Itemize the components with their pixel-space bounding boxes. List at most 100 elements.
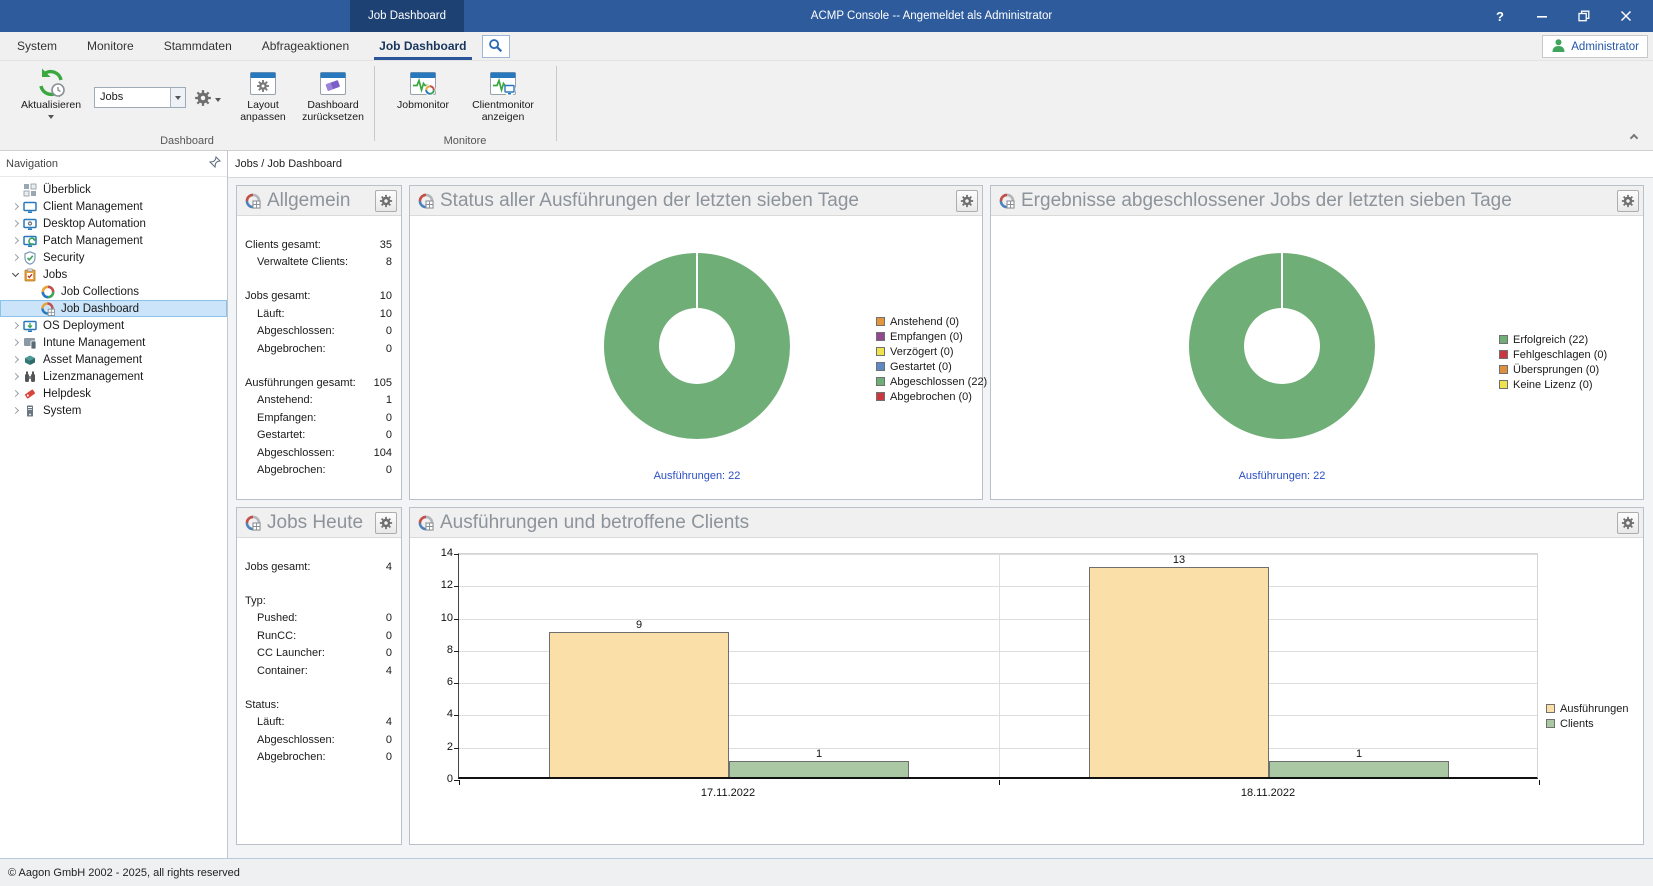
menu-items: SystemMonitoreStammdatenAbfrageaktionenJ… [2, 32, 482, 60]
x-axis-label: 17.11.2022 [458, 787, 998, 799]
y-axis-label: 6 [413, 676, 453, 688]
client-management-icon [22, 199, 38, 214]
license-management-icon [22, 369, 38, 384]
nav-item-security[interactable]: Security [0, 249, 227, 266]
dashboard-settings-dropdown[interactable] [194, 89, 221, 110]
menu-abfrageaktionen[interactable]: Abfrageaktionen [247, 32, 364, 60]
jobs-heute-stats: Jobs gesamt:4Typ:Pushed:0RunCC:0CC Launc… [237, 538, 401, 766]
ribbon-separator [374, 66, 375, 141]
job-collections-icon [40, 284, 56, 299]
menu-job-dashboard[interactable]: Job Dashboard [364, 32, 481, 60]
ribbon: Aktualisieren Jobs Layout anpassen Dashb… [0, 61, 1653, 151]
y-axis-tick [454, 586, 459, 587]
x-axis-tick [1539, 780, 1540, 785]
reset-dashboard-label: Dashboard zurücksetzen [298, 100, 368, 123]
nav-item-asset-management[interactable]: Asset Management [0, 351, 227, 368]
nav-item-patch-management[interactable]: Patch Management [0, 232, 227, 249]
chart-caption: Ausführungen: 22 [1212, 470, 1352, 482]
tree-expander-right[interactable] [8, 215, 22, 232]
dashboard-combo-dropdown[interactable] [170, 88, 185, 107]
clientmonitor-icon [488, 66, 518, 100]
nav-item-job-collections[interactable]: Job Collections [0, 283, 227, 300]
dashboard-combo[interactable]: Jobs [94, 87, 186, 108]
jobmonitor-button[interactable]: Jobmonitor [390, 66, 456, 112]
chart-legend: Anstehend (0)Empfangen (0)Verzögert (0)G… [876, 314, 987, 404]
overview-icon [22, 182, 38, 197]
tree-expander-right[interactable] [8, 317, 22, 334]
restore-button[interactable] [1563, 0, 1605, 32]
nav-item-intune-management[interactable]: Intune Management [0, 334, 227, 351]
stat-label: Abgeschlossen: [245, 447, 374, 459]
refresh-button[interactable]: Aktualisieren [14, 66, 88, 119]
bar-value-label: 1 [799, 748, 839, 760]
donut-slice-divider [696, 253, 698, 308]
nav-item-os-deployment[interactable]: OS Deployment [0, 317, 227, 334]
close-button[interactable] [1605, 0, 1647, 32]
layout-button[interactable]: Layout anpassen [234, 66, 292, 123]
help-button[interactable]: ? [1479, 0, 1521, 32]
y-axis-label: 10 [413, 612, 453, 624]
y-axis-tick [454, 748, 459, 749]
refresh-icon [35, 66, 67, 100]
tree-expander-right[interactable] [8, 232, 22, 249]
stat-label: Abgebrochen: [245, 464, 386, 476]
panel-settings-button[interactable] [956, 190, 978, 212]
nav-item-client-management[interactable]: Client Management [0, 198, 227, 215]
ribbon-collapse-button[interactable] [1627, 130, 1641, 142]
clientmonitor-button[interactable]: Clientmonitor anzeigen [464, 66, 542, 123]
desktop-automation-icon [22, 216, 38, 231]
bar-value-label: 13 [1159, 554, 1199, 566]
nav-item-label: Lizenzmanagement [43, 371, 143, 383]
tree-expander-right[interactable] [8, 385, 22, 402]
nav-item-label: Asset Management [43, 354, 142, 366]
reset-dashboard-button[interactable]: Dashboard zurücksetzen [298, 66, 368, 123]
nav-item-jobs[interactable]: Jobs [0, 266, 227, 283]
titlebar: Job Dashboard ACMP Console -- Angemeldet… [0, 0, 1653, 32]
dashboard-panel-icon [999, 193, 1015, 209]
tree-spacer [8, 181, 22, 198]
legend-label: Empfangen (0) [890, 331, 963, 343]
tree-expander-right[interactable] [8, 351, 22, 368]
tree-expander-right[interactable] [8, 198, 22, 215]
nav-item-lizenzmanagement[interactable]: Lizenzmanagement [0, 368, 227, 385]
stat-value: 0 [386, 647, 392, 659]
breadcrumb: Jobs / Job Dashboard [228, 151, 1653, 178]
stat-value: 0 [386, 734, 392, 746]
stat-row-läuft-: Läuft:10 [237, 305, 401, 322]
menu-monitore[interactable]: Monitore [72, 32, 149, 60]
ribbon-separator [556, 66, 557, 141]
stat-value: 0 [386, 612, 392, 624]
nav-item-system[interactable]: System [0, 402, 227, 419]
stat-row-typ-: Typ: [237, 592, 401, 609]
legend-swatch [876, 392, 885, 401]
chart-caption: Ausführungen: 22 [627, 470, 767, 482]
menu-system[interactable]: System [2, 32, 72, 60]
nav-item-helpdesk[interactable]: Helpdesk [0, 385, 227, 402]
menu-stammdaten[interactable]: Stammdaten [149, 32, 247, 60]
pin-icon[interactable] [209, 156, 221, 171]
nav-item-job-dashboard[interactable]: Job Dashboard [0, 300, 227, 317]
search-button[interactable] [482, 35, 510, 58]
gridline [459, 554, 1537, 555]
panel-settings-button[interactable] [375, 190, 397, 212]
tree-expander-right[interactable] [8, 402, 22, 419]
tree-expander-right[interactable] [8, 249, 22, 266]
intune-management-icon [22, 335, 38, 350]
nav-item-desktop-automation[interactable]: Desktop Automation [0, 215, 227, 232]
panel-settings-button[interactable] [375, 512, 397, 534]
gridline [459, 586, 1537, 587]
legend-swatch [1546, 719, 1555, 728]
panel-settings-button[interactable] [1617, 512, 1639, 534]
x-axis-tick [459, 780, 460, 785]
tree-expander-down[interactable] [8, 266, 22, 283]
minimize-button[interactable] [1521, 0, 1563, 32]
legend-swatch [1499, 365, 1508, 374]
tree-expander-right[interactable] [8, 334, 22, 351]
titlebar-active-tab[interactable]: Job Dashboard [350, 0, 464, 32]
user-chip[interactable]: Administrator [1542, 35, 1648, 58]
tree-expander-right[interactable] [8, 368, 22, 385]
stat-row-clients-gesamt-: Clients gesamt:35 [237, 236, 401, 253]
nav-item-überblick[interactable]: Überblick [0, 181, 227, 198]
panel-settings-button[interactable] [1617, 190, 1639, 212]
bar-chart: 024681012149113117.11.202218.11.2022Ausf… [410, 538, 1643, 844]
